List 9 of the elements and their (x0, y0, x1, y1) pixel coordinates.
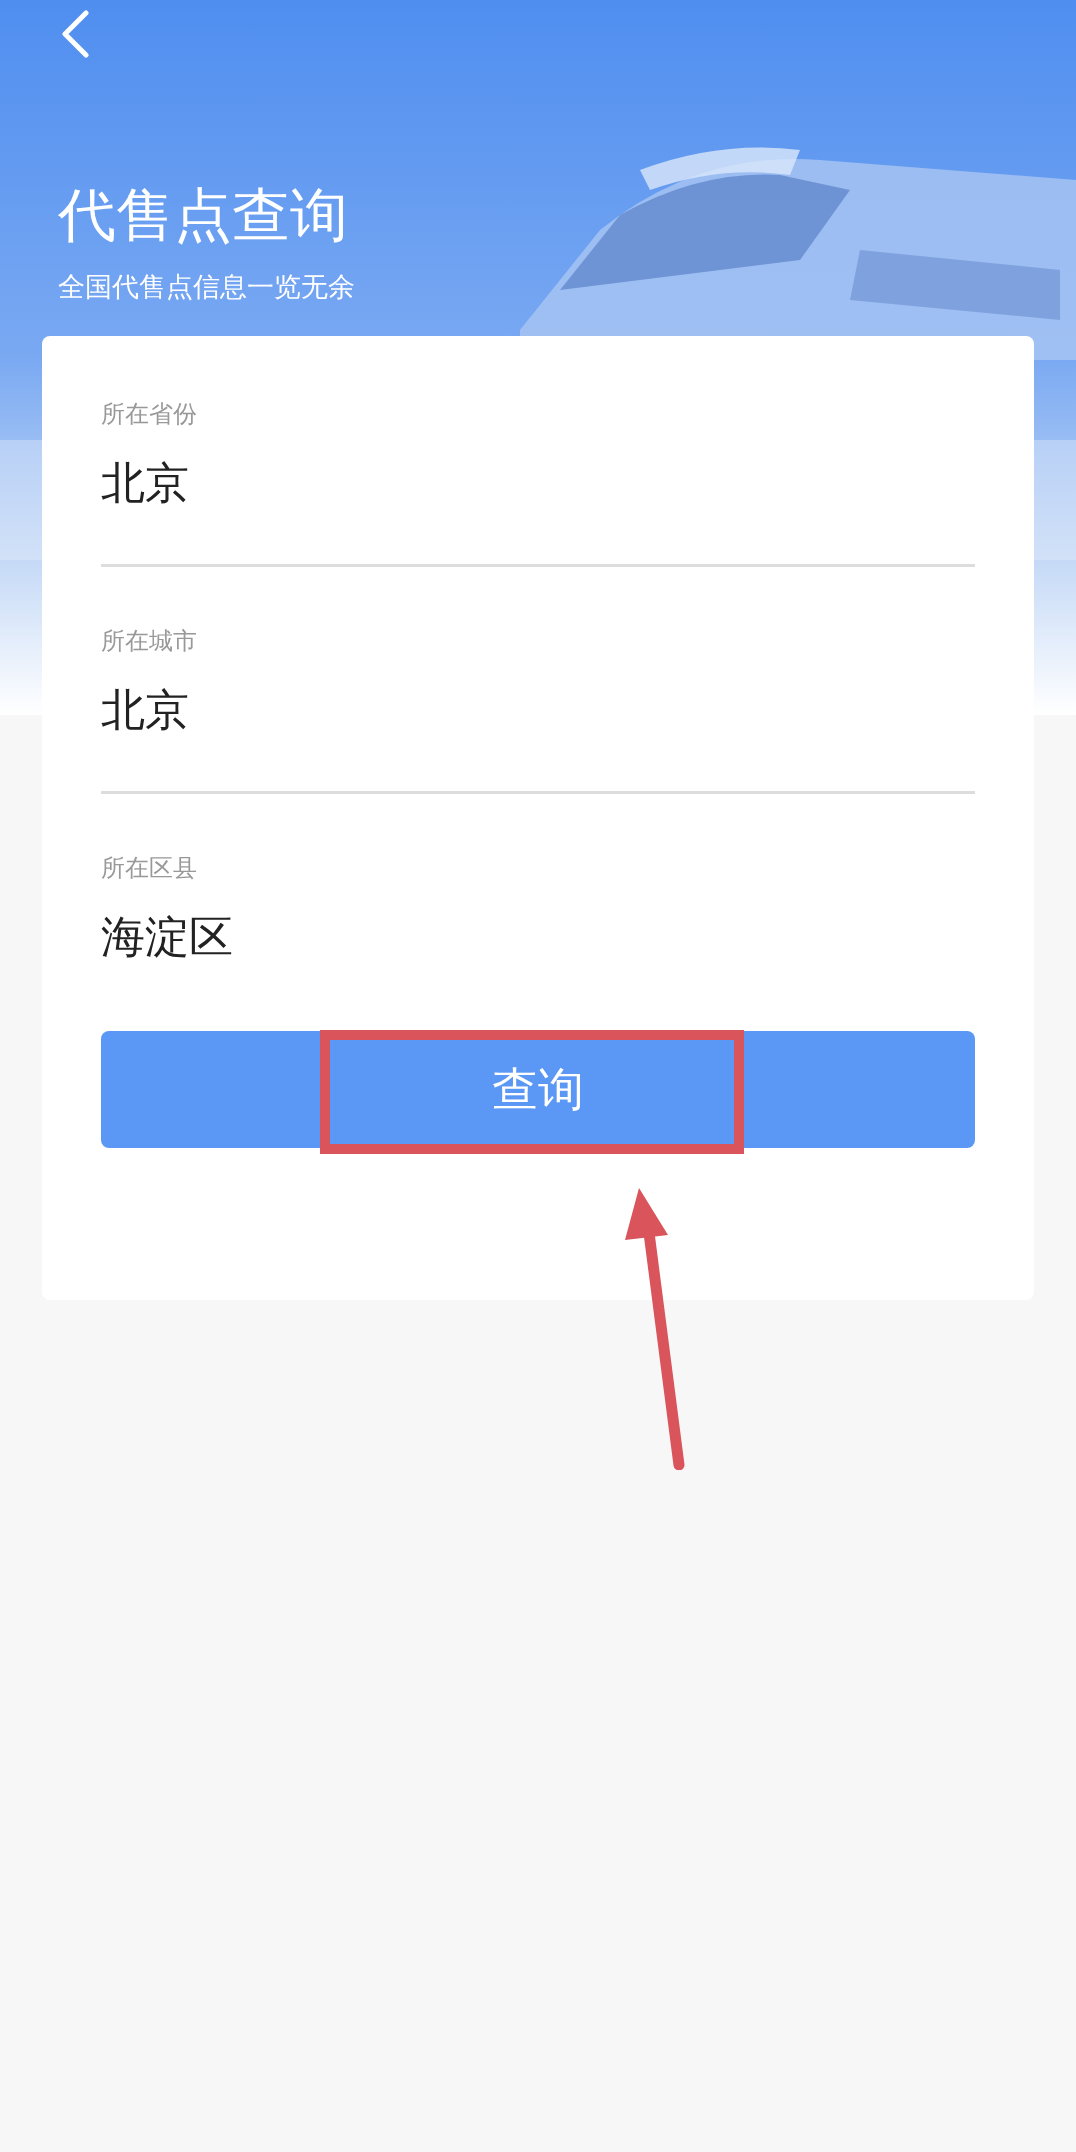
back-icon[interactable] (60, 10, 90, 58)
select-field[interactable]: 海淀区 (101, 909, 975, 965)
field-label: 所在城市 (101, 626, 198, 656)
page-title: 代售点查询 (58, 181, 349, 249)
select-field[interactable]: 北京 (101, 682, 975, 738)
field-label: 所在省份 (101, 399, 198, 429)
page-subtitle: 全国代售点信息一览无余 (58, 271, 356, 304)
select-field[interactable]: 北京 (101, 455, 975, 511)
field-label: 所在区县 (101, 853, 198, 883)
